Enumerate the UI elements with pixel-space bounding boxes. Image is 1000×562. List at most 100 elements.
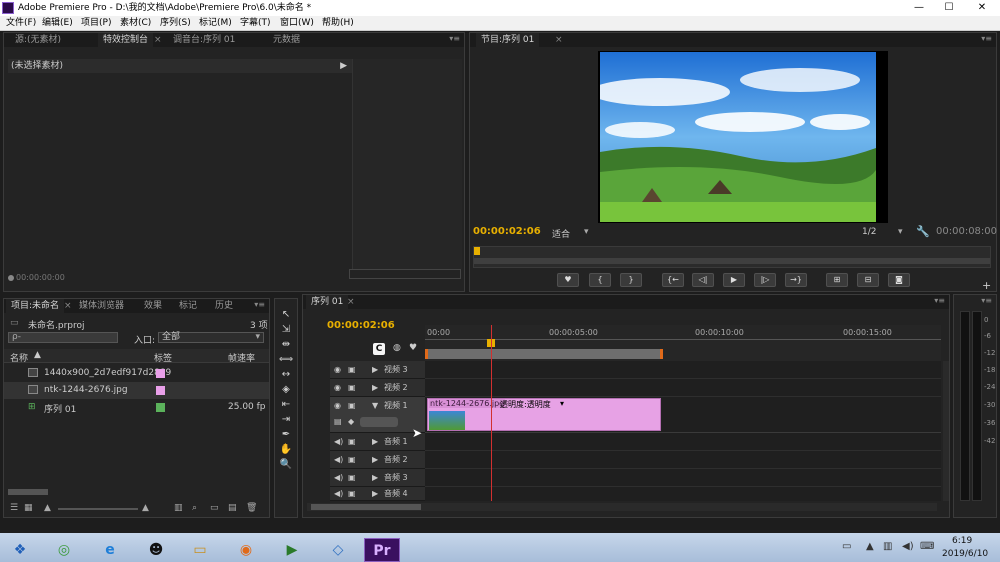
speaker-icon[interactable]: ◀): [334, 469, 343, 487]
chevron-down-icon[interactable]: ▾: [560, 399, 564, 408]
app-premiere-icon[interactable]: Pr: [364, 538, 400, 562]
tab-media-browser[interactable]: 媒体浏览器: [74, 299, 129, 313]
expand-arrow-icon[interactable]: ▶: [372, 451, 378, 469]
tray-network-icon[interactable]: ▥: [883, 541, 892, 552]
lift-button[interactable]: ⊞: [826, 273, 848, 287]
horizontal-scrollbar[interactable]: [307, 503, 937, 511]
app-ie-icon[interactable]: e: [92, 538, 128, 562]
menu-help[interactable]: 帮助(H): [322, 17, 354, 30]
slide-tool-icon[interactable]: ⇥: [278, 413, 294, 427]
menu-marker[interactable]: 标记(M): [199, 17, 232, 30]
marker-icon[interactable]: ◍: [393, 343, 401, 353]
sort-ascending-icon[interactable]: ▲: [34, 350, 41, 360]
search-input[interactable]: ρ-: [8, 332, 118, 343]
tab-close-icon[interactable]: ×: [154, 35, 162, 45]
menu-title[interactable]: 字幕(T): [240, 17, 271, 30]
project-scrollbar[interactable]: [4, 487, 269, 497]
expand-arrow-icon[interactable]: ▶: [372, 433, 378, 451]
tab-effects[interactable]: 效果: [139, 299, 167, 313]
ripple-edit-tool-icon[interactable]: ⇹: [278, 338, 294, 352]
zoom-scrollbar[interactable]: [349, 269, 461, 279]
expand-arrow-icon[interactable]: ▶: [372, 487, 378, 501]
trash-icon[interactable]: 🗑: [246, 503, 257, 513]
time-ruler[interactable]: 00:00 00:00:05:00 00:00:10:00 00:00:15:0…: [425, 325, 941, 361]
expand-arrow-icon[interactable]: ▶: [340, 59, 347, 73]
clip-effect-dropdown[interactable]: 透明度:透明度: [500, 399, 551, 410]
tab-history[interactable]: 历史: [210, 299, 238, 313]
snap-icon[interactable]: C: [373, 343, 385, 355]
keyframe-slider[interactable]: [360, 417, 398, 427]
menu-file[interactable]: 文件(F): [6, 17, 36, 30]
scroll-thumb[interactable]: [311, 504, 421, 510]
keyframe-nav-icon[interactable]: ◆: [348, 413, 354, 431]
tab-audio-mixer[interactable]: 调音台:序列 01: [168, 33, 240, 47]
lock-icon[interactable]: ▣: [348, 379, 356, 397]
tab-source[interactable]: 源:(无素材): [10, 33, 66, 47]
app-qq-icon[interactable]: ☻: [138, 538, 174, 562]
extract-button[interactable]: ⊟: [857, 273, 879, 287]
add-marker-button[interactable]: ♥: [557, 273, 579, 287]
eye-icon[interactable]: ◉: [334, 361, 341, 379]
expand-arrow-icon[interactable]: ▶: [372, 469, 378, 487]
automate-icon[interactable]: ▥: [174, 503, 183, 513]
speaker-icon[interactable]: ◀): [334, 433, 343, 451]
step-back-button[interactable]: ◁|: [692, 273, 714, 287]
scroll-thumb[interactable]: [8, 489, 48, 495]
add-marker-icon[interactable]: ♥: [409, 343, 417, 353]
column-label[interactable]: 标签: [154, 351, 172, 364]
tab-markers[interactable]: 标记: [174, 299, 202, 313]
eye-icon[interactable]: ◉: [334, 379, 341, 397]
expand-arrow-icon[interactable]: ▶: [372, 379, 378, 397]
track-area[interactable]: ntk-1244-2676.jpg 透明度:透明度 ▾: [425, 325, 941, 501]
tray-volume-icon[interactable]: ◀): [902, 541, 914, 552]
go-to-out-button[interactable]: →}: [785, 273, 807, 287]
menu-window[interactable]: 窗口(W): [280, 17, 314, 30]
selection-tool-icon[interactable]: ↖: [278, 308, 294, 322]
panel-menu-icon[interactable]: ▾≡: [981, 296, 992, 305]
maximize-button[interactable]: ☐: [934, 0, 964, 16]
app-explorer-icon[interactable]: ▭: [182, 538, 218, 562]
lock-icon[interactable]: ▣: [348, 361, 356, 379]
list-item[interactable]: ntk-1244-2676.jpg: [4, 382, 269, 399]
menu-sequence[interactable]: 序列(S): [160, 17, 191, 30]
new-bin-icon[interactable]: ▭: [210, 503, 219, 513]
resolution-dropdown[interactable]: 1/2: [862, 227, 876, 237]
timeline-timecode[interactable]: 00:00:02:06: [327, 320, 395, 331]
app-window-icon[interactable]: ◇: [320, 538, 356, 562]
minimize-button[interactable]: —: [904, 0, 934, 16]
zoom-slider[interactable]: [58, 508, 138, 510]
video-clip[interactable]: ntk-1244-2676.jpg 透明度:透明度 ▾: [427, 398, 661, 431]
panel-menu-icon[interactable]: ▾≡: [254, 300, 265, 309]
tab-project[interactable]: 项目:未命名: [6, 299, 65, 313]
label-color-swatch[interactable]: [156, 403, 165, 412]
lock-icon[interactable]: ▣: [348, 469, 356, 487]
tray-input-icon[interactable]: ⌨: [920, 541, 934, 552]
app-refresh-icon[interactable]: ◎: [46, 538, 82, 562]
work-area-bar[interactable]: [425, 349, 663, 359]
tab-program[interactable]: 节目:序列 01: [476, 33, 540, 47]
menu-clip[interactable]: 素材(C): [120, 17, 151, 30]
zoom-tool-icon[interactable]: 🔍: [278, 458, 294, 472]
find-icon[interactable]: ⌕: [192, 503, 197, 513]
zoom-in-icon[interactable]: ▲: [142, 503, 149, 513]
hand-tool-icon[interactable]: ✋: [278, 443, 294, 457]
tab-effect-controls[interactable]: 特效控制台: [98, 33, 154, 47]
zoom-out-icon[interactable]: ▲: [44, 503, 51, 513]
chevron-down-icon[interactable]: ▾: [898, 227, 903, 237]
vertical-scrollbar[interactable]: [943, 361, 949, 501]
icon-view-icon[interactable]: ▦: [24, 503, 33, 513]
pen-tool-icon[interactable]: ✒: [278, 428, 294, 442]
entry-dropdown[interactable]: 全部 ▾: [158, 332, 264, 343]
tab-close-icon[interactable]: ×: [64, 301, 72, 311]
start-button-icon[interactable]: ❖: [2, 538, 38, 562]
zoom-bar[interactable]: [474, 258, 990, 264]
keyframe-toggle-icon[interactable]: ▤: [334, 413, 342, 431]
slip-tool-icon[interactable]: ⇤: [278, 398, 294, 412]
mark-out-button[interactable]: }: [620, 273, 642, 287]
fit-dropdown[interactable]: 适合: [552, 227, 570, 240]
step-forward-button[interactable]: |▷: [754, 273, 776, 287]
speaker-icon[interactable]: ◀): [334, 451, 343, 469]
export-frame-button[interactable]: ◙: [888, 273, 910, 287]
list-item[interactable]: ⊞ 序列 01 25.00 fp: [4, 399, 269, 416]
go-to-in-button[interactable]: {←: [662, 273, 684, 287]
